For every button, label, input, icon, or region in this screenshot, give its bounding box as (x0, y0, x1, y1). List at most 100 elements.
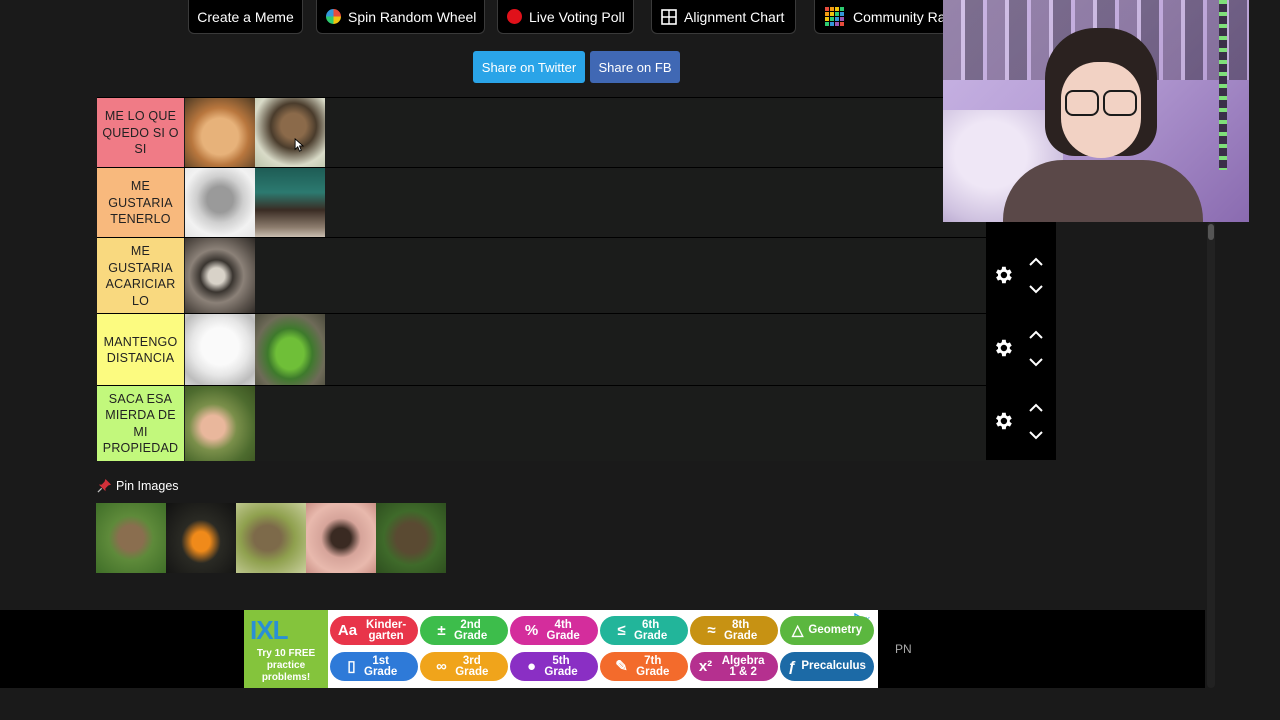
algebra-link[interactable]: x² Algebra 1 & 2 (690, 652, 778, 681)
ferret-image[interactable] (255, 168, 325, 238)
tier-items (185, 238, 255, 314)
streamer-shirt (1003, 160, 1203, 222)
tortoise-image[interactable] (376, 503, 446, 573)
alignment-chart-button[interactable]: Alignment Chart (651, 0, 796, 34)
tier-row: ME LO QUE QUEDO SI O SI (97, 97, 986, 168)
gear-icon[interactable] (992, 337, 1014, 359)
create-meme-label: Create a Meme (197, 8, 294, 25)
gear-icon[interactable] (992, 410, 1014, 432)
wheel-icon (326, 9, 341, 24)
share-twitter-label: Share on Twitter (481, 59, 577, 75)
move-down-icon[interactable] (1029, 430, 1043, 440)
grade-label: Precalculus (801, 660, 866, 672)
unranked-images (96, 503, 446, 573)
move-down-icon[interactable] (1029, 357, 1043, 367)
4th-grade-link[interactable]: % 4th Grade (510, 616, 598, 645)
share-facebook-button[interactable]: Share on FB (590, 51, 680, 83)
tier-label[interactable]: ME GUSTARIA ACARICIAR LO (97, 238, 184, 314)
tier-label[interactable]: MANTENGO DISTANCIA (97, 314, 184, 386)
7th-grade-link[interactable]: ✎ 7th Grade (600, 652, 688, 681)
tier-label[interactable]: SACA ESA MIERDA DE MI PROPIEDAD (97, 386, 184, 461)
1st-grade-link[interactable]: ▯ 1st Grade (330, 652, 418, 681)
8th-grade-link[interactable]: ≈ 8th Grade (690, 616, 778, 645)
spin-wheel-button[interactable]: Spin Random Wheel (316, 0, 485, 34)
pin-images-heading: Pin Images (97, 478, 179, 493)
grade-label: Kinder-garten (365, 618, 407, 642)
webcam-overlay (943, 0, 1249, 222)
alignment-chart-label: Alignment Chart (684, 8, 785, 25)
grade-label: 2nd Grade (453, 618, 488, 642)
less-equal-icon: ≤ (617, 622, 626, 639)
grade-label: 4th Grade (546, 618, 580, 642)
tier-row: MANTENGO DISTANCIA (97, 313, 986, 386)
share-twitter-button[interactable]: Share on Twitter (473, 51, 585, 83)
monkey-image[interactable] (255, 98, 325, 168)
ad-tagline: Try 10 FREE practice problems! (256, 648, 316, 683)
move-down-icon[interactable] (1029, 284, 1043, 294)
infinity-icon: ∞ (436, 658, 447, 675)
scrollbar-thumb[interactable] (1208, 224, 1214, 240)
grade-label: 3rd Grade (455, 654, 489, 678)
tarantula-image[interactable] (306, 503, 376, 573)
apple-icon: ● (526, 658, 537, 675)
tier-label[interactable]: ME GUSTARIA TENERLO (97, 168, 184, 238)
tier-controls (986, 222, 1056, 460)
goldfish-image[interactable] (166, 503, 236, 573)
triangle-icon: △ (791, 622, 804, 639)
otter-image[interactable] (96, 503, 166, 573)
aa-icon: Aa (337, 622, 358, 639)
function-icon: ƒ (788, 658, 797, 675)
hamster-image[interactable] (185, 98, 255, 168)
x-squared-icon: x² (698, 658, 713, 675)
6th-grade-link[interactable]: ≤ 6th Grade (600, 616, 688, 645)
kindergarten-link[interactable]: Aa Kinder-garten (330, 616, 418, 645)
mouse-image[interactable] (236, 503, 306, 573)
grade-label: 5th Grade (544, 654, 578, 678)
approx-icon: ≈ (707, 622, 716, 639)
pushpin-icon (97, 478, 112, 493)
tier-row: SACA ESA MIERDA DE MI PROPIEDAD (97, 385, 986, 461)
share-facebook-label: Share on FB (598, 59, 672, 75)
move-up-icon[interactable] (1029, 330, 1043, 340)
tier-items (185, 386, 255, 461)
mosaic-icon (825, 6, 844, 26)
move-up-icon[interactable] (1029, 257, 1043, 267)
live-poll-button[interactable]: Live Voting Poll (497, 0, 634, 34)
3rd-grade-link[interactable]: ∞ 3rd Grade (420, 652, 508, 681)
grade-label: Algebra 1 & 2 (721, 654, 765, 678)
red-dot-icon (507, 9, 522, 24)
parrot-image[interactable] (255, 314, 325, 386)
cursor-icon (294, 138, 305, 152)
cup-icon: ▯ (347, 658, 356, 675)
5th-grade-link[interactable]: ● 5th Grade (510, 652, 598, 681)
fairy-lights (1219, 0, 1227, 170)
grade-label: Geometry (808, 624, 863, 636)
dog-headset-image[interactable] (185, 314, 255, 386)
grade-label: 8th Grade (723, 618, 758, 642)
move-up-icon[interactable] (1029, 403, 1043, 413)
community-rank-label: Community Rar (853, 8, 951, 25)
tier-row: ME GUSTARIA TENERLO (97, 167, 986, 238)
ixl-logo[interactable]: IXL Try 10 FREE practice problems! (244, 610, 328, 688)
stick-insect-image[interactable] (185, 386, 255, 461)
grade-label: 6th Grade (633, 618, 668, 642)
geometry-link[interactable]: △ Geometry (780, 616, 874, 645)
grade-label: 1st Grade (364, 654, 398, 678)
tier-label[interactable]: ME LO QUE QUEDO SI O SI (97, 98, 184, 168)
gear-icon[interactable] (992, 264, 1014, 286)
ixl-brand: IXL (250, 615, 288, 645)
scrollbar[interactable] (1207, 222, 1215, 688)
tier-row: ME GUSTARIA ACARICIAR LO (97, 237, 986, 314)
create-meme-button[interactable]: Create a Meme (188, 0, 303, 34)
community-rank-button[interactable]: Community Rar (814, 0, 954, 34)
ad-side-text: PN (895, 642, 912, 656)
raccoon-image[interactable] (185, 238, 255, 314)
tier-items (185, 98, 325, 168)
live-poll-label: Live Voting Poll (529, 8, 625, 25)
kitten-image[interactable] (185, 168, 255, 238)
ixl-ad[interactable]: IXL Try 10 FREE practice problems! × Aa … (244, 610, 878, 688)
2nd-grade-link[interactable]: ± 2nd Grade (420, 616, 508, 645)
tier-items (185, 168, 325, 238)
precalculus-link[interactable]: ƒ Precalculus (780, 652, 874, 681)
glasses (1061, 90, 1141, 116)
